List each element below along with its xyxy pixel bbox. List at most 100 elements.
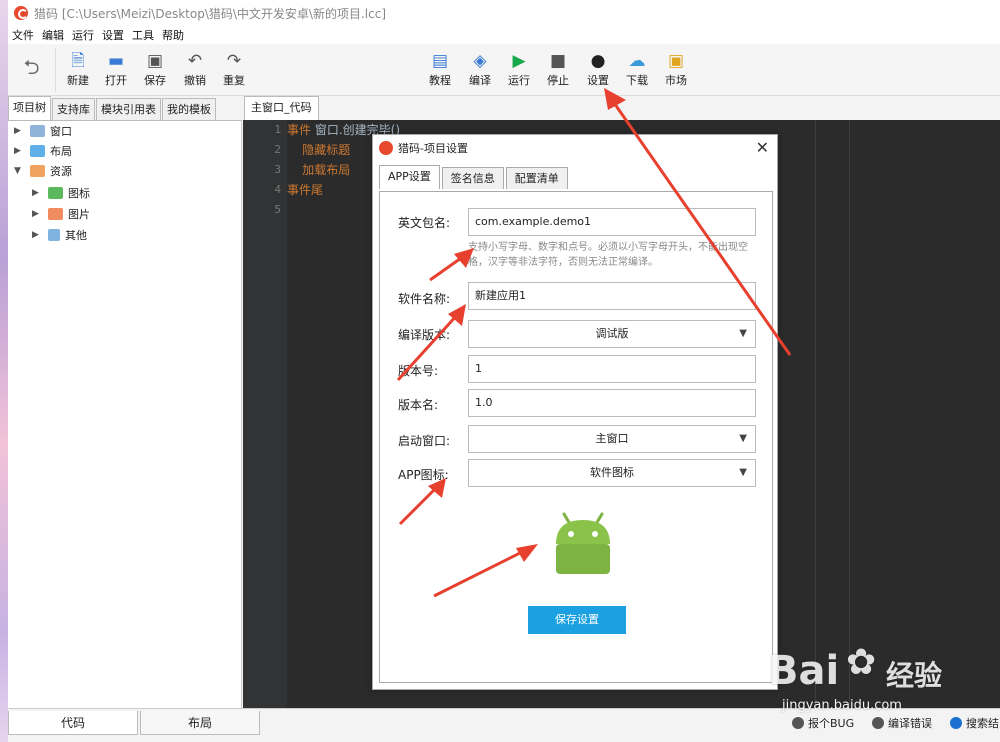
open-label: 打开 — [105, 74, 127, 87]
download-button[interactable]: ☁ 下载 — [617, 48, 657, 92]
run-label: 运行 — [508, 74, 530, 87]
editor-guide-line — [849, 120, 850, 708]
title-bar: 猎码 [C:\Users\Meizi\Desktop\猎码\中文开发安卓\新的项… — [8, 0, 1000, 26]
tab-my-templates[interactable]: 我的模板 — [162, 98, 216, 120]
market-button[interactable]: ▣ 市场 — [656, 48, 696, 92]
expand-arrow-icon[interactable]: ▶ — [32, 188, 44, 198]
project-tree: ▶ 窗口 ▶ 布局 ▼ 资源 ▶ 图标 ▶ 图片 ▶ 其他 — [8, 120, 242, 708]
project-settings-dialog: 猎码-项目设置 ✕ APP设置 签名信息 配置清单 英文包名: com.exam… — [372, 134, 778, 690]
compile-errors-button[interactable]: 编译错误 — [872, 715, 932, 731]
tree-item-layout[interactable]: ▶ 布局 — [14, 141, 72, 161]
save-settings-button[interactable]: 保存设置 — [528, 606, 626, 634]
save-button-toolbar[interactable]: ▣ 保存 — [135, 48, 175, 92]
report-bug-label: 报个BUG — [808, 717, 855, 730]
menu-help[interactable]: 帮助 — [162, 27, 184, 43]
dialog-tabs: APP设置 签名信息 配置清单 — [379, 165, 570, 189]
new-button[interactable]: 🗎 新建 — [58, 48, 98, 92]
line-number: 1 — [274, 123, 281, 136]
report-bug-button[interactable]: 报个BUG — [792, 715, 854, 731]
expand-arrow-icon[interactable]: ▶ — [14, 146, 26, 156]
menu-run[interactable]: 运行 — [72, 27, 94, 43]
package-name-input[interactable]: com.example.demo1 — [468, 208, 756, 236]
folder-icon — [30, 165, 45, 177]
stop-label: 停止 — [547, 74, 569, 87]
watermark-paw-icon: ✿ — [846, 642, 877, 683]
tutorial-label: 教程 — [429, 74, 451, 87]
shop-icon: ▣ — [667, 51, 685, 71]
tree-item-resources[interactable]: ▼ 资源 — [14, 161, 72, 181]
back-icon: ⮌ — [23, 55, 40, 79]
code-keyword: 事件 — [287, 123, 312, 137]
undo-label: 撤销 — [184, 74, 206, 87]
expand-arrow-icon[interactable]: ▶ — [14, 126, 26, 136]
tab-module-refs[interactable]: 模块引用表 — [96, 98, 161, 120]
image-icon — [48, 187, 63, 199]
line-number: 4 — [274, 183, 281, 196]
watermark-brand: Bai — [768, 648, 840, 694]
app-settings-panel: 英文包名: com.example.demo1 支持小写字母、数字和点号。必须以… — [379, 191, 773, 683]
image-icon — [48, 208, 63, 220]
tab-signing-info[interactable]: 签名信息 — [441, 167, 504, 189]
new-label: 新建 — [67, 74, 89, 87]
settings-button[interactable]: ● 设置 — [578, 48, 618, 92]
menu-file[interactable]: 文件 — [12, 27, 34, 43]
version-code-input[interactable]: 1 — [468, 355, 756, 383]
compile-button[interactable]: ◈ 编译 — [460, 48, 500, 92]
build-version-select[interactable]: 调试版 ▼ — [468, 320, 756, 348]
tree-label: 资源 — [50, 165, 72, 178]
collapse-arrow-icon[interactable]: ▼ — [14, 166, 26, 176]
tab-code-bottom[interactable]: 代码 — [8, 711, 138, 735]
run-button[interactable]: ▶ 运行 — [499, 48, 539, 92]
tab-support-lib[interactable]: 支持库 — [52, 98, 95, 120]
app-name-input[interactable]: 新建应用1 — [468, 282, 756, 310]
code-text: 隐藏标题 — [287, 143, 351, 157]
search-results-button[interactable]: 搜索结 — [950, 715, 999, 731]
chevron-down-icon: ▼ — [739, 328, 747, 339]
menu-settings[interactable]: 设置 — [102, 27, 124, 43]
document-icon — [48, 229, 60, 241]
expand-arrow-icon[interactable]: ▶ — [32, 209, 44, 219]
play-icon: ▶ — [512, 51, 526, 71]
tab-project-tree[interactable]: 项目树 — [8, 96, 51, 120]
dialog-title: 猎码-项目设置 — [398, 142, 468, 155]
line-number-gutter: 1 2 3 4 5 — [243, 120, 287, 708]
build-version-label: 编译版本: — [398, 328, 451, 342]
close-icon[interactable]: ✕ — [756, 138, 769, 157]
back-button[interactable]: ⮌ — [8, 48, 56, 92]
tree-item-other[interactable]: ▶ 其他 — [32, 225, 87, 245]
menu-edit[interactable]: 编辑 — [42, 27, 64, 43]
start-window-select[interactable]: 主窗口 ▼ — [468, 425, 756, 453]
code-text: 加载布局 — [287, 163, 351, 177]
stop-button[interactable]: ■ 停止 — [538, 48, 578, 92]
cloud-download-icon: ☁ — [628, 51, 646, 71]
chevron-down-icon: ▼ — [739, 467, 747, 478]
tree-item-window[interactable]: ▶ 窗口 — [14, 121, 72, 141]
version-code-label: 版本号: — [398, 364, 439, 378]
undo-button[interactable]: ↶ 撤销 — [175, 48, 215, 92]
app-logo-icon — [14, 6, 28, 20]
tab-main-window-code[interactable]: 主窗口_代码 — [244, 96, 319, 120]
redo-button[interactable]: ↷ 重复 — [214, 48, 254, 92]
line-number: 3 — [274, 163, 281, 176]
expand-arrow-icon[interactable]: ▶ — [32, 230, 44, 240]
app-icon-select[interactable]: 软件图标 ▼ — [468, 459, 756, 487]
start-window-value: 主窗口 — [595, 432, 629, 445]
tree-item-icons[interactable]: ▶ 图标 — [32, 183, 90, 203]
left-panel-tabs: 项目树 支持库 模块引用表 我的模板 — [8, 96, 217, 120]
tree-item-images[interactable]: ▶ 图片 — [32, 204, 90, 224]
tab-app-settings[interactable]: APP设置 — [379, 165, 440, 189]
watermark-brand2: 经验 — [886, 659, 943, 692]
app-icon-label: APP图标: — [398, 468, 449, 482]
open-button[interactable]: ▬ 打开 — [96, 48, 136, 92]
tutorial-button[interactable]: ▤ 教程 — [420, 48, 460, 92]
tree-label: 图标 — [68, 187, 90, 200]
tab-manifest[interactable]: 配置清单 — [505, 167, 568, 189]
tab-layout-bottom[interactable]: 布局 — [140, 711, 260, 735]
new-file-icon: 🗎 — [71, 51, 85, 71]
android-app-icon[interactable] — [550, 510, 616, 576]
download-label: 下载 — [626, 74, 648, 87]
chevron-down-icon: ▼ — [739, 433, 747, 444]
version-name-input[interactable]: 1.0 — [468, 389, 756, 417]
editor-guide-line — [815, 120, 816, 708]
menu-tools[interactable]: 工具 — [132, 27, 154, 43]
